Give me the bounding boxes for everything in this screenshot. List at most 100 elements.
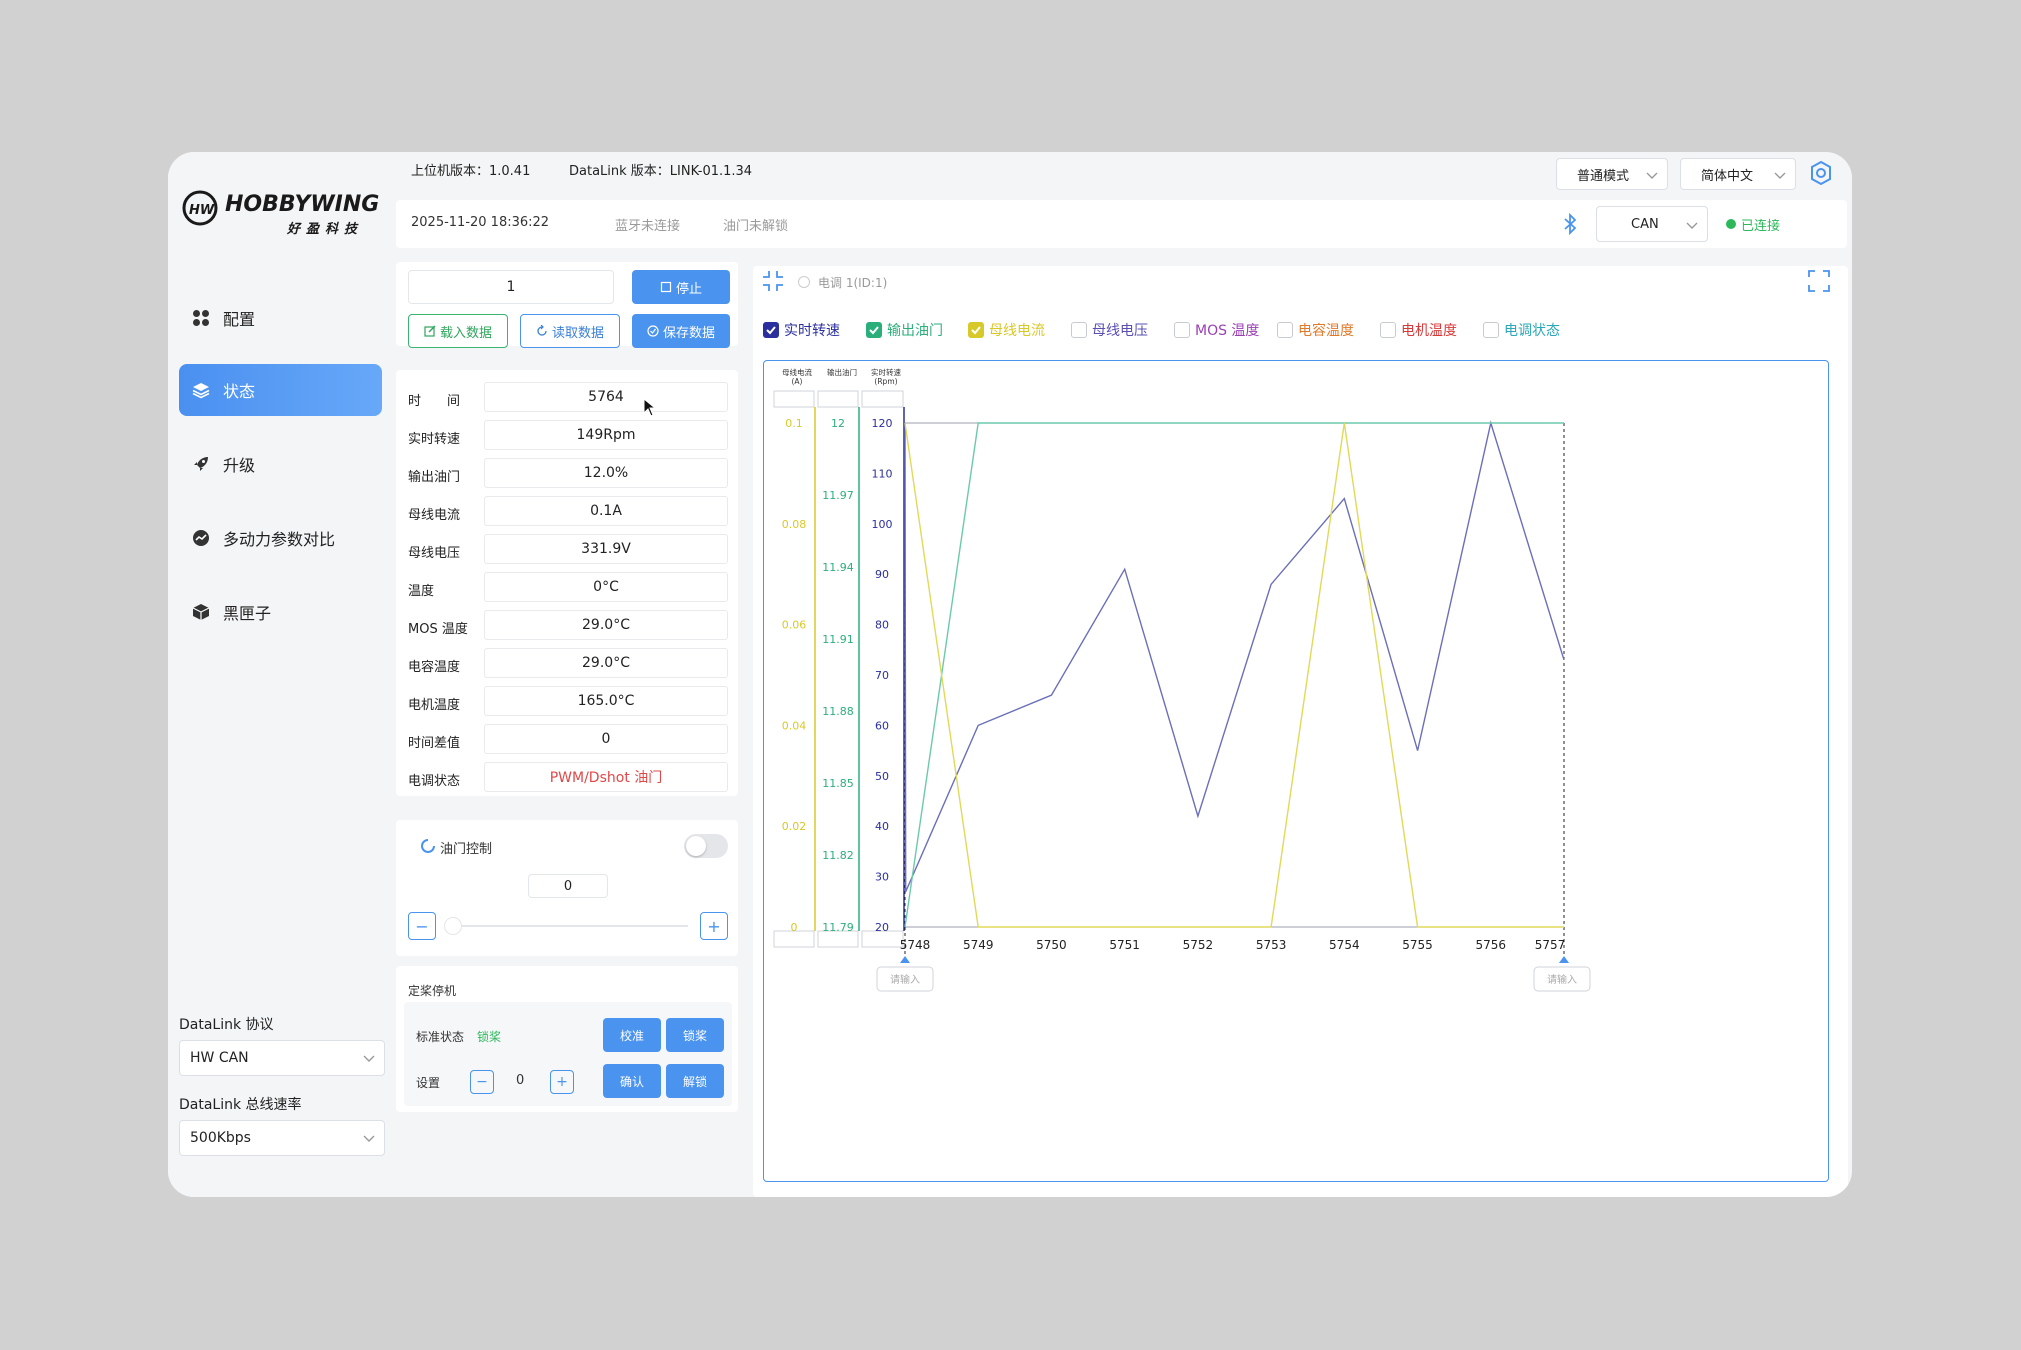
row-label-temp: 温度	[408, 584, 435, 599]
logo: HW HOBBYWING 好盈科技	[180, 188, 380, 238]
prop-set-value[interactable]: 0	[516, 1073, 524, 1088]
sidebar-item-config[interactable]: 配置	[179, 292, 382, 344]
toggle-knob	[686, 836, 706, 856]
range-end-placeholder: 请输入	[1547, 973, 1577, 986]
collapse-icon[interactable]	[762, 270, 784, 292]
checkbox-box	[866, 322, 882, 338]
protocol-select[interactable]: HW CAN	[179, 1040, 385, 1076]
id-input[interactable]: 1	[408, 270, 614, 304]
y-tick-label: 20	[875, 921, 889, 934]
y-tick-label: 70	[875, 669, 889, 682]
check-icon	[766, 326, 776, 335]
sidebar-item-label: 配置	[223, 310, 256, 329]
bus-select[interactable]: CAN	[1596, 206, 1708, 242]
y-tick-label: 11.88	[822, 705, 854, 718]
x-tick-label: 5754	[1329, 938, 1360, 952]
row-label-cap-temp: 电容温度	[408, 660, 461, 675]
sidebar-item-label: 多动力参数对比	[223, 530, 336, 549]
device-label: 电调 1(ID:1)	[818, 276, 888, 290]
prop-status-value: 锁桨	[477, 1030, 502, 1044]
checkbox-bus-voltage[interactable]: 母线电压	[1071, 320, 1148, 340]
checkbox-mos-temp[interactable]: MOS 温度	[1174, 320, 1259, 340]
unlock-button[interactable]: 解锁	[666, 1064, 724, 1098]
checkbox-esc-status[interactable]: 电调状态	[1483, 320, 1560, 340]
baud-select[interactable]: 500Kbps	[179, 1120, 385, 1156]
box-icon	[191, 602, 211, 622]
checkbox-bus-current[interactable]: 母线电流	[968, 320, 1045, 340]
axis-top-input	[861, 390, 904, 408]
sidebar-item-upgrade[interactable]: 升级	[179, 438, 382, 490]
check-icon	[971, 326, 981, 335]
sidebar-item-status[interactable]: 状态	[179, 364, 382, 416]
throttle-slider-track[interactable]	[448, 925, 688, 927]
checkbox-label: 母线电压	[1092, 323, 1148, 339]
row-label-mos-temp: MOS 温度	[408, 622, 468, 637]
refresh-icon	[537, 325, 547, 336]
save-data-button[interactable]: 保存数据	[632, 314, 730, 348]
row-value-throttle: 12.0%	[484, 458, 728, 488]
lock-button[interactable]: 锁桨	[666, 1018, 724, 1052]
load-data-button[interactable]: 载入数据	[408, 314, 508, 348]
stop-button[interactable]: 停止	[632, 270, 730, 304]
prop-set-label: 设置	[416, 1076, 441, 1090]
device-radio[interactable]	[798, 276, 810, 288]
prop-minus-button[interactable]: −	[470, 1070, 494, 1094]
data-control-panel: 1 停止 载入数据 读取数据 保存数据	[396, 262, 738, 348]
range-start-marker	[900, 956, 910, 963]
series-line-实时转速	[904, 420, 1565, 892]
bluetooth-status: 蓝牙未连接	[615, 219, 681, 234]
y-tick-label: 0.04	[782, 719, 807, 732]
axis-top-input	[773, 390, 815, 408]
checkbox-label: 输出油门	[887, 323, 943, 339]
chevron-down-icon	[363, 1135, 375, 1142]
x-tick-label: 5748	[900, 938, 931, 952]
confirm-button[interactable]: 确认	[603, 1064, 661, 1098]
expand-icon[interactable]	[1808, 270, 1830, 292]
throttle-minus-button[interactable]: −	[408, 912, 436, 940]
check-circle-icon	[647, 325, 659, 337]
row-label-rpm: 实时转速	[408, 432, 461, 447]
language-select[interactable]: 简体中文	[1680, 158, 1796, 190]
baud-label: DataLink 总线速率	[179, 1097, 302, 1113]
prop-plus-button[interactable]: +	[550, 1070, 574, 1094]
throttle-plus-button[interactable]: +	[700, 912, 728, 940]
throttle-toggle[interactable]	[684, 834, 728, 858]
layers-icon	[191, 380, 211, 400]
throttle-control-panel: 油门控制 0 − +	[396, 820, 738, 956]
checkbox-box	[1483, 322, 1499, 338]
checkbox-label: MOS 温度	[1195, 323, 1260, 339]
y-tick-label: 11.91	[822, 633, 854, 646]
bluetooth-icon[interactable]	[1561, 213, 1579, 235]
sidebar-item-blackbox[interactable]: 黑匣子	[179, 586, 382, 638]
checkbox-label: 电调状态	[1504, 323, 1560, 339]
row-value-bus-voltage: 331.9V	[484, 534, 728, 564]
read-data-button[interactable]: 读取数据	[520, 314, 620, 348]
checkbox-cap-temp[interactable]: 电容温度	[1277, 320, 1354, 340]
checkbox-motor-temp[interactable]: 电机温度	[1380, 320, 1457, 340]
checkbox-rpm[interactable]: 实时转速	[763, 320, 840, 340]
throttle-value-input[interactable]: 0	[528, 874, 608, 898]
range-end-marker	[1559, 956, 1569, 963]
row-label-bus-voltage: 母线电压	[408, 546, 461, 561]
sidebar-item-compare[interactable]: 多动力参数对比	[179, 512, 382, 564]
x-tick-label: 5753	[1256, 938, 1287, 952]
rocket-icon	[191, 454, 211, 474]
axis-header-text: 实时转速	[871, 367, 901, 377]
throttle-slider-thumb[interactable]	[444, 917, 462, 935]
y-tick-label: 0.08	[782, 518, 807, 531]
x-tick-label: 5757	[1535, 938, 1566, 952]
checkbox-throttle[interactable]: 输出油门	[866, 320, 943, 340]
app-window: HW HOBBYWING 好盈科技 配置 状态 升级 多动力参数对比 黑匣子 D…	[168, 152, 1852, 1197]
checkbox-label: 电容温度	[1298, 323, 1354, 339]
read-data-label: 读取数据	[551, 325, 604, 341]
settings-icon[interactable]	[1808, 160, 1834, 186]
axis-header-text: (A)	[792, 377, 803, 386]
axis-header-text: (Rpm)	[874, 377, 897, 386]
edit-icon	[424, 325, 436, 337]
calibrate-button[interactable]: 校准	[603, 1018, 661, 1052]
chart-canvas[interactable]: 母线电流(A) 输出油门 实时转速(Rpm) 0.1 0.08 0.06 0.04 0.02 0…	[764, 361, 1827, 1180]
row-label-time: 时 间	[408, 394, 461, 409]
chevron-down-icon	[1774, 172, 1786, 179]
y-tick-label: 11.97	[822, 489, 854, 502]
mode-select[interactable]: 普通模式	[1556, 158, 1668, 190]
